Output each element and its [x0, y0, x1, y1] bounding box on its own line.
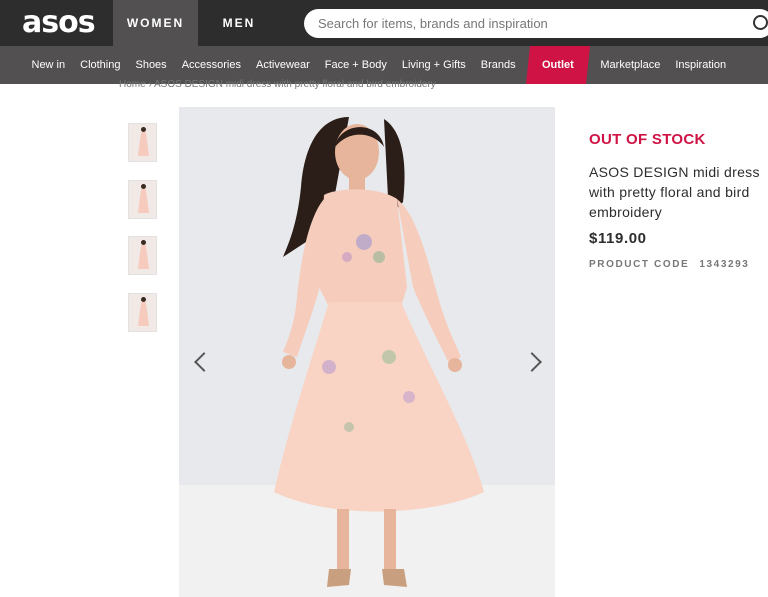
- search-bar: [304, 9, 768, 38]
- nav-item-new-in[interactable]: New in: [24, 46, 73, 84]
- search-icon[interactable]: [753, 15, 768, 30]
- thumbnail-image: [138, 240, 149, 273]
- thumbnail-image: [138, 184, 149, 217]
- top-bar: asos WOMEN MEN: [0, 0, 768, 46]
- tab-men[interactable]: MEN: [198, 0, 280, 46]
- product-thumbnail[interactable]: [128, 236, 157, 275]
- search-input[interactable]: [316, 15, 740, 32]
- product-code-label: PRODUCT CODE: [589, 259, 690, 270]
- tab-women[interactable]: WOMEN: [113, 0, 198, 46]
- product-thumbnail[interactable]: [128, 293, 157, 332]
- stock-status: OUT OF STOCK: [589, 131, 706, 148]
- nav-item-outlet-label: Outlet: [542, 59, 574, 71]
- asos-logo[interactable]: asos: [22, 6, 96, 40]
- product-thumbnail[interactable]: [128, 123, 157, 162]
- thumbnail-image: [138, 297, 149, 330]
- nav-item-brands[interactable]: Brands: [473, 46, 523, 84]
- breadcrumb[interactable]: Home › ASOS DESIGN midi dress with prett…: [119, 79, 436, 91]
- product-code: PRODUCT CODE 1343293: [589, 259, 749, 270]
- product-main-image[interactable]: [179, 107, 555, 597]
- product-price: $119.00: [589, 230, 647, 247]
- model-figure: [274, 117, 484, 587]
- thumbnail-image: [138, 127, 149, 160]
- product-title: ASOS DESIGN midi dress with pretty flora…: [589, 164, 760, 220]
- product-code-value: 1343293: [699, 259, 750, 270]
- product-thumbnail[interactable]: [128, 180, 157, 219]
- nav-item-marketplace[interactable]: Marketplace: [593, 46, 668, 84]
- nav-item-inspiration[interactable]: Inspiration: [668, 46, 734, 84]
- nav-item-outlet[interactable]: Outlet: [526, 46, 590, 84]
